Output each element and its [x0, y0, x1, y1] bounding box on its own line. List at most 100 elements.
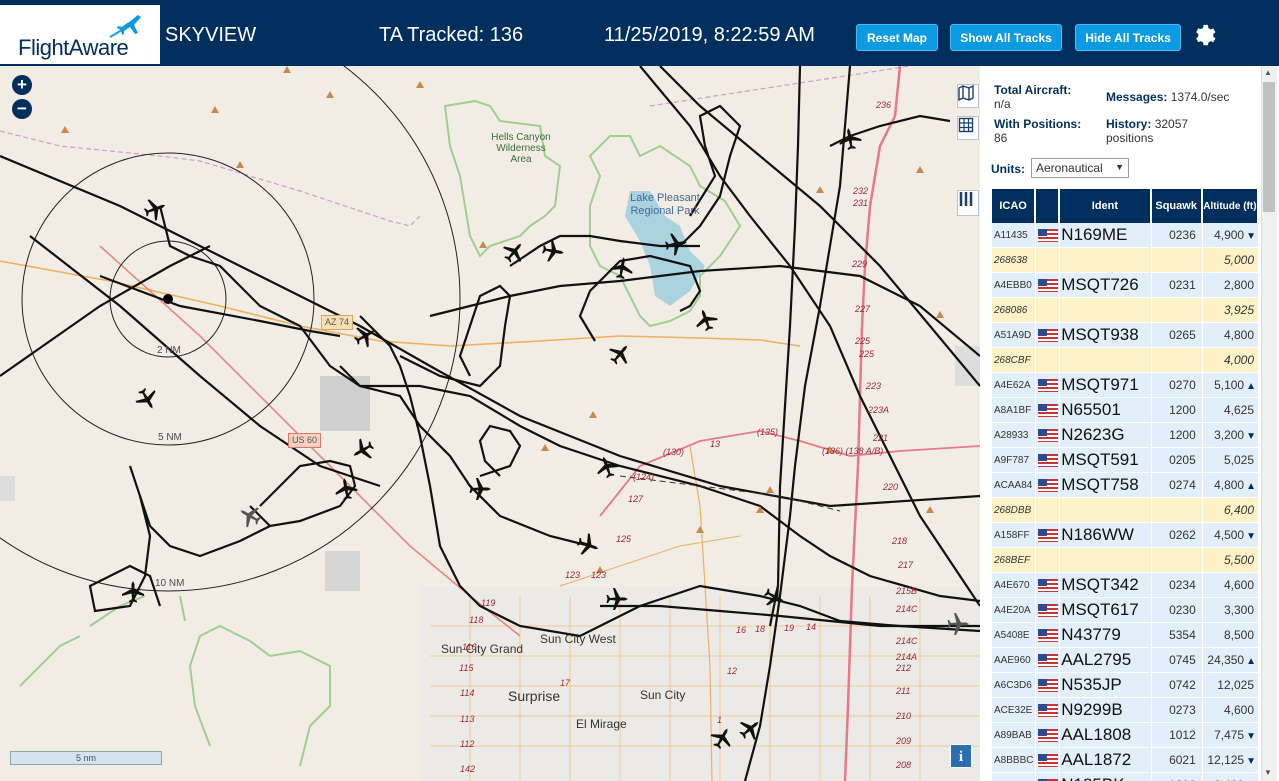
map-canvas[interactable] — [0, 66, 980, 781]
units-select[interactable]: Aeronautical — [1031, 158, 1129, 178]
altitude-trend-icon: ▲ — [1246, 481, 1256, 492]
gear-icon[interactable] — [1192, 22, 1216, 46]
table-row[interactable]: A5408E N43779 5354 8,500 — [992, 623, 1258, 648]
col-header-icao[interactable]: ICAO — [992, 189, 1036, 223]
altitude-value: 4,800 — [1223, 328, 1254, 342]
columns-toggle-button[interactable] — [957, 190, 979, 216]
road-label: 208 — [896, 760, 912, 770]
highway-shield: AZ 74 — [321, 315, 354, 330]
map-layers-button[interactable] — [957, 84, 979, 108]
table-row[interactable]: 268CBF 4,000 — [992, 348, 1258, 373]
table-row[interactable]: A11435 N169ME 0236 4,900 ▼ — [992, 223, 1258, 248]
us-flag-icon — [1037, 479, 1058, 493]
squawk-cell: 1200 — [1151, 773, 1202, 781]
ident-cell — [1060, 498, 1151, 523]
squawk-cell: 5354 — [1151, 623, 1202, 648]
table-row[interactable]: 268BEF 5,500 — [992, 548, 1258, 573]
road-label: 118 — [469, 615, 484, 625]
flag-cell — [1036, 473, 1060, 498]
altitude-cell: 3,200 ▼ — [1202, 423, 1258, 448]
icao-cell: A51A9D — [992, 323, 1036, 348]
table-row[interactable]: A4E20A MSQT617 0230 3,300 — [992, 598, 1258, 623]
icao-cell: A6C3D6 — [992, 673, 1036, 698]
table-row[interactable]: A9F787 MSQT591 0205 5,025 — [992, 448, 1258, 473]
table-row[interactable]: A51A9D MSQT938 0265 4,800 — [992, 323, 1258, 348]
table-row[interactable]: A4E670 MSQT342 0234 4,600 — [992, 573, 1258, 598]
altitude-cell: 5,025 — [1202, 448, 1258, 473]
scroll-up-icon[interactable]: ▲ — [1264, 68, 1272, 77]
road-label: 221 — [873, 433, 889, 443]
grid-toggle-button[interactable] — [957, 116, 979, 140]
table-row[interactable]: A8A1BF N65501 1200 4,625 — [992, 398, 1258, 423]
icao-cell: A158FF — [992, 523, 1036, 548]
table-row[interactable]: AAE960 AAL2795 0745 24,350 ▲ — [992, 648, 1258, 673]
table-row[interactable]: A158FF N186WW 0262 4,500 ▼ — [992, 523, 1258, 548]
squawk-cell: 0230 — [1151, 598, 1202, 623]
road-label: 225 — [855, 336, 871, 346]
total-aircraft-value: n/a — [994, 97, 1011, 111]
col-header-squawk[interactable]: Squawk — [1151, 189, 1202, 223]
table-row[interactable]: ACE32E N9299B 0273 4,600 — [992, 698, 1258, 723]
range-ring-label: 2 NM — [157, 345, 181, 356]
altitude-value: 4,500 — [1214, 528, 1245, 542]
icao-cell: 268086 — [992, 298, 1036, 323]
road-label: 142 — [460, 764, 476, 774]
col-header-altitude[interactable]: Altitude (ft) — [1202, 189, 1258, 223]
table-row[interactable]: 268638 5,000 — [992, 248, 1258, 273]
table-row[interactable]: A6C3D6 N535JP 0742 12,025 — [992, 673, 1258, 698]
icao-cell: 268CBF — [992, 348, 1036, 373]
flag-cell — [1036, 373, 1060, 398]
scrollbar-thumb[interactable] — [1263, 82, 1275, 212]
squawk-cell: 0745 — [1151, 648, 1202, 673]
range-ring-label: 10 NM — [155, 578, 185, 589]
flag-cell — [1036, 573, 1060, 598]
info-button[interactable]: i — [950, 744, 972, 768]
zoom-out-button[interactable]: − — [12, 99, 32, 119]
flag-cell — [1036, 398, 1060, 423]
table-row[interactable]: A8BBBC AAL1872 6021 12,125 ▼ — [992, 748, 1258, 773]
altitude-cell: 12,125 ▼ — [1202, 748, 1258, 773]
show-all-tracks-button[interactable]: Show All Tracks — [950, 24, 1062, 51]
flightaware-logo[interactable]: FlightAware — [0, 5, 160, 64]
table-row[interactable]: A4E62A MSQT971 0270 5,100 ▲ — [992, 373, 1258, 398]
altitude-trend-icon: ▼ — [1246, 531, 1256, 542]
table-row[interactable]: A28933 N2623G 1200 3,200 ▼ — [992, 423, 1258, 448]
table-row[interactable]: 268086 3,925 — [992, 298, 1258, 323]
us-flag-icon — [1037, 604, 1058, 618]
hide-all-tracks-button[interactable]: Hide All Tracks — [1075, 24, 1181, 51]
map-view[interactable]: 2 NM 5 NM 10 NM Hells Canyon Wilderness … — [0, 66, 980, 781]
flag-cell — [1036, 723, 1060, 748]
table-row[interactable]: A1F9C2 N185BK12003,400▼ — [992, 773, 1258, 781]
road-label: 218 — [892, 536, 908, 546]
col-header-flag[interactable] — [1036, 189, 1060, 223]
ident-cell — [1060, 348, 1151, 373]
ident-cell: AAL1872 — [1060, 748, 1151, 773]
ident-cell: AAL2795 — [1060, 648, 1151, 673]
table-row[interactable]: A89BAB AAL1808 1012 7,475 ▼ — [992, 723, 1258, 748]
table-row[interactable]: ACAA84 MSQT758 0274 4,800 ▲ — [992, 473, 1258, 498]
ident-cell: MSQT342 — [1060, 573, 1151, 598]
table-row[interactable]: 268DBB 6,400 — [992, 498, 1258, 523]
zoom-in-button[interactable]: + — [12, 75, 32, 95]
total-aircraft-label: Total Aircraft: — [994, 83, 1072, 97]
road-label: 12 — [727, 666, 738, 676]
ident-cell: N65501 — [1060, 398, 1151, 423]
icao-cell: A11435 — [992, 223, 1036, 248]
col-header-ident[interactable]: Ident — [1060, 189, 1151, 223]
road-label: 223 — [866, 381, 882, 391]
altitude-cell: 4,600 — [1202, 698, 1258, 723]
flag-cell — [1036, 348, 1060, 373]
altitude-value: 2,800 — [1223, 278, 1254, 292]
icao-cell: A89BAB — [992, 723, 1036, 748]
history-label: History: — [1106, 117, 1152, 131]
flag-cell — [1036, 673, 1060, 698]
scroll-down-icon[interactable]: ▼ — [1264, 768, 1272, 777]
table-row[interactable]: A4EBB0 MSQT726 0231 2,800 — [992, 273, 1258, 298]
road-label: 127 — [628, 494, 644, 504]
current-datetime: 11/25/2019, 8:22:59 AM — [604, 24, 815, 46]
flag-cell — [1036, 298, 1060, 323]
reset-map-button[interactable]: Reset Map — [856, 24, 938, 51]
altitude-value: 4,625 — [1223, 403, 1254, 417]
road-label: 229 — [852, 259, 868, 269]
flag-cell — [1036, 598, 1060, 623]
